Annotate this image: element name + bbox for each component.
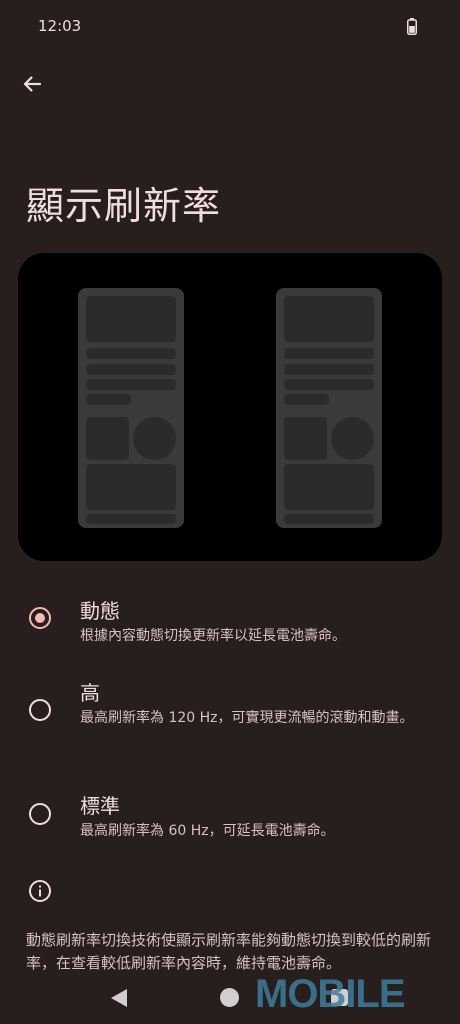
battery-icon [407, 18, 417, 35]
status-time: 12:03 [38, 17, 82, 35]
option-subtitle-dynamic: 根據內容動態切換更新率以延長電池壽命。 [80, 628, 346, 644]
refresh-rate-preview-illustration [18, 253, 442, 561]
info-icon [29, 880, 51, 902]
option-subtitle-standard: 最高刷新率為 60 Hz，可延長電池壽命。 [80, 823, 335, 839]
radio-standard[interactable] [29, 803, 51, 825]
radio-high[interactable] [29, 699, 51, 721]
option-high[interactable]: 高 最高刷新率為 120 Hz，可實現更流暢的滾動和動畫。 [0, 670, 460, 760]
back-arrow-icon [23, 76, 42, 92]
page-title: 顯示刷新率 [26, 184, 222, 228]
status-bar: 12:03 [0, 0, 460, 52]
nav-home-icon[interactable] [220, 988, 239, 1007]
watermark-logo: MOBILE [255, 972, 406, 1016]
option-standard[interactable]: 標準 最高刷新率為 60 Hz，可延長電池壽命。 [0, 782, 460, 852]
option-title-standard: 標準 [80, 794, 120, 818]
back-button[interactable] [14, 66, 50, 102]
option-dynamic[interactable]: 動態 根據內容動態切換更新率以延長電池壽命。 [0, 580, 460, 650]
nav-back-icon[interactable] [110, 988, 128, 1008]
option-title-dynamic: 動態 [80, 599, 120, 623]
footer-description: 動態刷新率切換技術使顯示刷新率能夠動態切換到較低的刷新率，在查看較低刷新率內容時… [26, 931, 432, 972]
mock-phone-right [276, 288, 382, 528]
option-title-high: 高 [80, 681, 100, 705]
mock-phone-left [78, 288, 184, 528]
option-subtitle-high: 最高刷新率為 120 Hz，可實現更流暢的滾動和動畫。 [80, 710, 414, 726]
radio-dynamic[interactable] [29, 607, 51, 629]
